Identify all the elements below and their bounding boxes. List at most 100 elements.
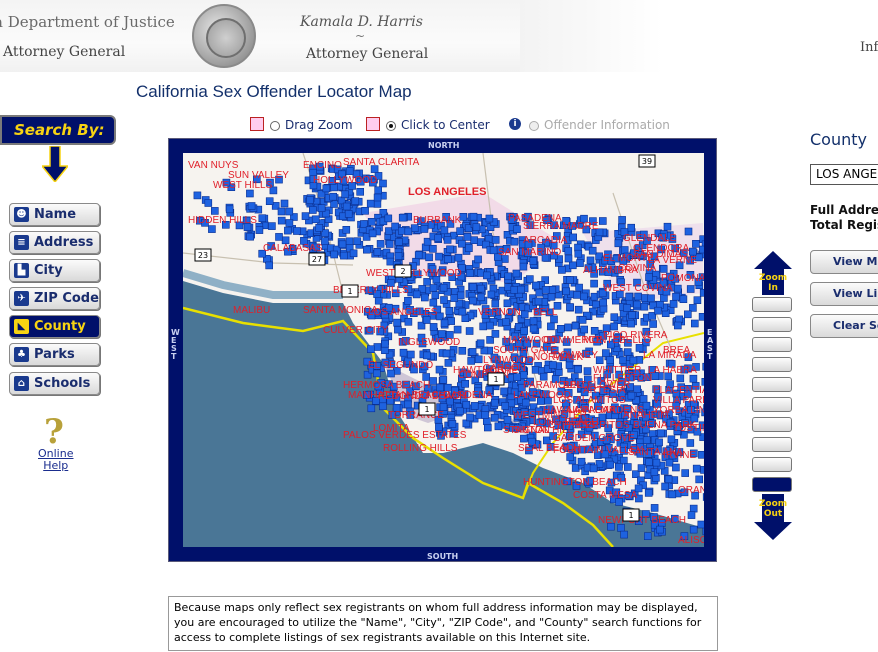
offender-marker[interactable] xyxy=(379,179,387,188)
offender-marker[interactable] xyxy=(477,284,485,293)
offender-marker[interactable] xyxy=(481,411,489,419)
offender-marker[interactable] xyxy=(394,325,402,334)
offender-marker[interactable] xyxy=(462,400,471,409)
offender-marker[interactable] xyxy=(368,229,377,238)
offender-marker[interactable] xyxy=(598,217,607,225)
offender-marker[interactable] xyxy=(681,469,690,477)
offender-marker[interactable] xyxy=(208,225,216,233)
offender-marker[interactable] xyxy=(519,262,528,271)
offender-marker[interactable] xyxy=(618,216,626,224)
drag-zoom-radio[interactable] xyxy=(270,121,280,131)
search-by-zip-code-button[interactable]: ✈ ZIP Code xyxy=(9,287,100,310)
offender-marker[interactable] xyxy=(623,348,632,356)
offender-marker[interactable] xyxy=(285,219,294,227)
offender-marker[interactable] xyxy=(683,310,692,319)
offender-marker[interactable] xyxy=(265,261,273,270)
offender-marker[interactable] xyxy=(386,257,395,266)
offender-marker[interactable] xyxy=(637,464,646,472)
offender-marker[interactable] xyxy=(501,318,510,326)
offender-marker[interactable] xyxy=(500,387,508,396)
offender-marker[interactable] xyxy=(689,525,698,534)
offender-marker[interactable] xyxy=(689,304,697,312)
offender-marker[interactable] xyxy=(602,349,610,357)
offender-marker[interactable] xyxy=(373,248,382,256)
offender-marker[interactable] xyxy=(398,213,407,222)
offender-map[interactable]: LOS ANGELES BURBANK GLENDALE PASADENA SIERRA… xyxy=(183,153,704,547)
offender-marker[interactable] xyxy=(356,187,364,196)
county-select[interactable]: LOS ANGELES xyxy=(810,164,878,185)
offender-marker[interactable] xyxy=(494,422,503,431)
offender-marker[interactable] xyxy=(425,253,433,262)
question-mark-icon[interactable]: ? xyxy=(44,412,64,452)
offender-marker[interactable] xyxy=(625,292,634,301)
offender-marker[interactable] xyxy=(485,214,494,223)
offender-marker[interactable] xyxy=(379,402,387,411)
offender-marker[interactable] xyxy=(599,298,608,307)
map-canvas[interactable]: LOS ANGELESBURBANKGLENDALEPASADENASIERRA… xyxy=(183,153,704,547)
offender-marker[interactable] xyxy=(619,356,627,365)
offender-marker[interactable] xyxy=(654,306,662,315)
offender-marker[interactable] xyxy=(404,227,413,236)
offender-marker[interactable] xyxy=(512,269,521,278)
offender-marker[interactable] xyxy=(520,434,528,443)
offender-marker[interactable] xyxy=(629,356,638,365)
offender-marker[interactable] xyxy=(643,532,652,541)
offender-marker[interactable] xyxy=(558,266,566,274)
offender-marker[interactable] xyxy=(571,464,580,472)
offender-marker[interactable] xyxy=(700,466,705,474)
offender-marker[interactable] xyxy=(673,284,682,293)
offender-marker[interactable] xyxy=(345,167,354,175)
offender-marker[interactable] xyxy=(574,249,583,258)
offender-marker[interactable] xyxy=(469,283,477,291)
offender-marker[interactable] xyxy=(421,293,429,302)
offender-marker[interactable] xyxy=(667,435,676,444)
offender-marker[interactable] xyxy=(311,215,320,224)
offender-marker[interactable] xyxy=(423,351,431,360)
offender-marker[interactable] xyxy=(429,245,437,253)
offender-marker[interactable] xyxy=(435,252,443,261)
offender-marker[interactable] xyxy=(664,475,673,484)
offender-marker[interactable] xyxy=(627,319,635,328)
offender-marker[interactable] xyxy=(440,296,448,304)
search-by-schools-button[interactable]: ⌂ Schools xyxy=(9,372,100,395)
offender-marker[interactable] xyxy=(376,240,385,248)
offender-marker[interactable] xyxy=(566,276,574,284)
offender-marker[interactable] xyxy=(404,297,412,305)
offender-marker[interactable] xyxy=(673,321,682,330)
offender-marker[interactable] xyxy=(692,240,700,248)
click-center-icon[interactable] xyxy=(366,117,380,131)
offender-marker[interactable] xyxy=(606,356,614,364)
offender-marker[interactable] xyxy=(443,255,452,264)
offender-marker[interactable] xyxy=(448,420,457,428)
offender-marker[interactable] xyxy=(470,236,478,244)
offender-marker[interactable] xyxy=(435,365,444,374)
offender-marker[interactable] xyxy=(367,345,375,353)
offender-marker[interactable] xyxy=(592,300,600,309)
offender-marker[interactable] xyxy=(429,284,438,292)
offender-marker[interactable] xyxy=(699,245,704,254)
offender-marker[interactable] xyxy=(301,212,310,220)
offender-marker[interactable] xyxy=(280,199,289,208)
offender-marker[interactable] xyxy=(547,322,555,331)
offender-marker[interactable] xyxy=(458,347,467,355)
offender-marker[interactable] xyxy=(633,300,641,309)
zoom-level-7[interactable] xyxy=(752,417,792,432)
offender-marker[interactable] xyxy=(351,197,360,205)
offender-marker[interactable] xyxy=(366,199,375,208)
offender-marker[interactable] xyxy=(373,193,382,202)
offender-marker[interactable] xyxy=(513,225,521,233)
offender-marker[interactable] xyxy=(510,286,519,294)
offender-marker[interactable] xyxy=(210,207,219,215)
offender-marker[interactable] xyxy=(655,438,663,447)
offender-marker[interactable] xyxy=(246,232,255,241)
offender-marker[interactable] xyxy=(275,233,283,241)
offender-marker[interactable] xyxy=(647,294,655,303)
offender-marker[interactable] xyxy=(338,240,347,249)
offender-marker[interactable] xyxy=(579,292,588,301)
offender-marker[interactable] xyxy=(578,316,587,324)
offender-marker[interactable] xyxy=(466,269,474,277)
offender-marker[interactable] xyxy=(606,460,615,469)
offender-marker[interactable] xyxy=(610,313,619,321)
offender-marker[interactable] xyxy=(642,436,651,444)
offender-marker[interactable] xyxy=(317,204,326,212)
